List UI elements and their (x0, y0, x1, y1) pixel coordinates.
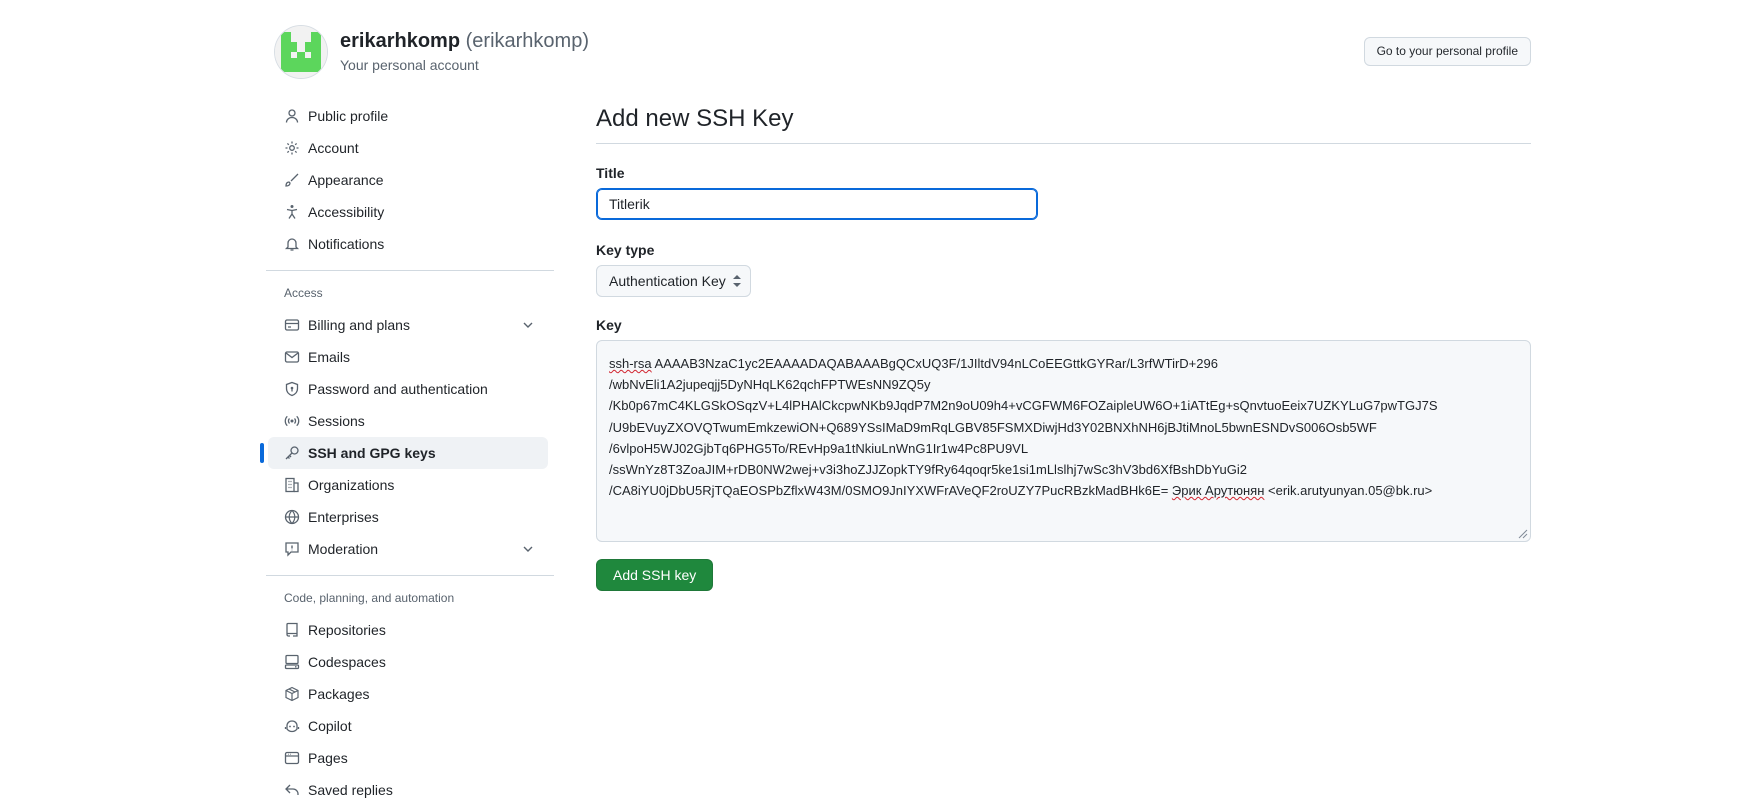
key-type-select[interactable]: Authentication Key (596, 265, 751, 297)
nav-divider (266, 270, 554, 271)
chevron-down-icon[interactable] (520, 541, 536, 557)
accessibility-icon (284, 204, 300, 220)
sidebar-item-packages[interactable]: Packages (268, 678, 548, 710)
sidebar-item-label: Emails (308, 349, 351, 365)
sidebar-item-label: Notifications (308, 236, 385, 252)
chevron-down-icon[interactable] (520, 317, 536, 333)
sidebar-item-password-and-authentication[interactable]: Password and authentication (268, 373, 548, 405)
title-label: Title (596, 165, 625, 181)
sidebar-item-label: SSH and GPG keys (308, 445, 436, 461)
browser-icon (284, 750, 300, 766)
reply-icon (284, 782, 300, 798)
sidebar-item-label: Password and authentication (308, 381, 488, 397)
identicon-icon (275, 26, 327, 78)
sidebar-item-label: Copilot (308, 718, 352, 734)
avatar[interactable] (275, 26, 327, 78)
sidebar-item-appearance[interactable]: Appearance (268, 164, 548, 196)
sidebar-item-billing-and-plans[interactable]: Billing and plans (268, 309, 548, 341)
sidebar-item-saved-replies[interactable]: Saved replies (268, 774, 548, 801)
key-type-value: Authentication Key (609, 273, 726, 289)
account-header: erikarhkomp (erikarhkomp) Your personal … (275, 26, 1531, 78)
organization-icon (284, 477, 300, 493)
sidebar-item-repositories[interactable]: Repositories (268, 614, 548, 646)
sidebar-item-label: Codespaces (308, 654, 386, 670)
sidebar-item-ssh-and-gpg-keys[interactable]: SSH and GPG keys (260, 437, 548, 469)
report-icon (284, 541, 300, 557)
account-subtitle: Your personal account (340, 57, 479, 73)
nav-heading-access: Access (284, 286, 323, 300)
key-text: ssh-rsa AAAAB3NzaC1yc2EAAAADAQABAAABgQCx… (609, 356, 1438, 499)
main-content: Add new SSH Key Title Key type Authentic… (596, 100, 1531, 591)
key-icon (284, 445, 300, 461)
key-label: Key (596, 317, 622, 333)
sidebar-item-account[interactable]: Account (268, 132, 548, 164)
sidebar-item-copilot[interactable]: Copilot (268, 710, 548, 742)
sidebar-item-label: Appearance (308, 172, 384, 188)
globe-icon (284, 509, 300, 525)
sidebar-item-codespaces[interactable]: Codespaces (268, 646, 548, 678)
settings-sidebar: Public profile Account Appearance Accessibi… (260, 100, 556, 801)
account-name[interactable]: erikarhkomp (erikarhkomp) (340, 30, 589, 53)
copilot-icon (284, 718, 300, 734)
codespaces-icon (284, 654, 300, 670)
title-input[interactable] (596, 188, 1038, 220)
add-ssh-key-button[interactable]: Add SSH key (596, 559, 714, 591)
sidebar-item-label: Sessions (308, 413, 365, 429)
sidebar-item-label: Enterprises (308, 509, 379, 525)
sidebar-item-label: Accessibility (308, 204, 385, 220)
paintbrush-icon (284, 172, 300, 188)
sidebar-item-label: Account (308, 140, 359, 156)
sidebar-item-notifications[interactable]: Notifications (268, 228, 548, 260)
broadcast-icon (284, 413, 300, 429)
shield-lock-icon (284, 381, 300, 397)
gear-icon (284, 140, 300, 156)
sidebar-item-label: Repositories (308, 622, 386, 638)
key-textarea[interactable]: ssh-rsa AAAAB3NzaC1yc2EAAAADAQABAAABgQCx… (596, 340, 1531, 542)
resize-handle-icon[interactable] (1518, 529, 1528, 539)
select-arrows-icon (733, 275, 741, 287)
sidebar-item-label: Billing and plans (308, 317, 410, 333)
sidebar-item-label: Organizations (308, 477, 395, 493)
bell-icon (284, 236, 300, 252)
sidebar-item-enterprises[interactable]: Enterprises (268, 501, 548, 533)
sidebar-item-label: Pages (308, 750, 348, 766)
mail-icon (284, 349, 300, 365)
sidebar-item-label: Public profile (308, 108, 389, 124)
key-type-label: Key type (596, 242, 655, 258)
sidebar-item-accessibility[interactable]: Accessibility (268, 196, 548, 228)
person-icon (284, 108, 300, 124)
sidebar-item-pages[interactable]: Pages (268, 742, 548, 774)
sidebar-item-emails[interactable]: Emails (268, 341, 548, 373)
go-to-profile-button[interactable]: Go to your personal profile (1363, 37, 1531, 66)
sidebar-item-moderation[interactable]: Moderation (268, 533, 548, 565)
sidebar-item-public-profile[interactable]: Public profile (268, 100, 548, 132)
sidebar-item-sessions[interactable]: Sessions (268, 405, 548, 437)
sidebar-item-label: Packages (308, 686, 370, 702)
sidebar-item-organizations[interactable]: Organizations (268, 469, 548, 501)
nav-heading-code: Code, planning, and automation (284, 591, 455, 605)
credit-card-icon (284, 317, 300, 333)
repo-icon (284, 622, 300, 638)
sidebar-item-label: Saved replies (308, 782, 393, 798)
account-display-name: erikarhkomp (340, 30, 461, 52)
sidebar-item-label: Moderation (308, 541, 379, 557)
page-title: Add new SSH Key (596, 100, 1531, 144)
account-login: (erikarhkomp) (465, 30, 589, 52)
package-icon (284, 686, 300, 702)
nav-divider (266, 575, 554, 576)
